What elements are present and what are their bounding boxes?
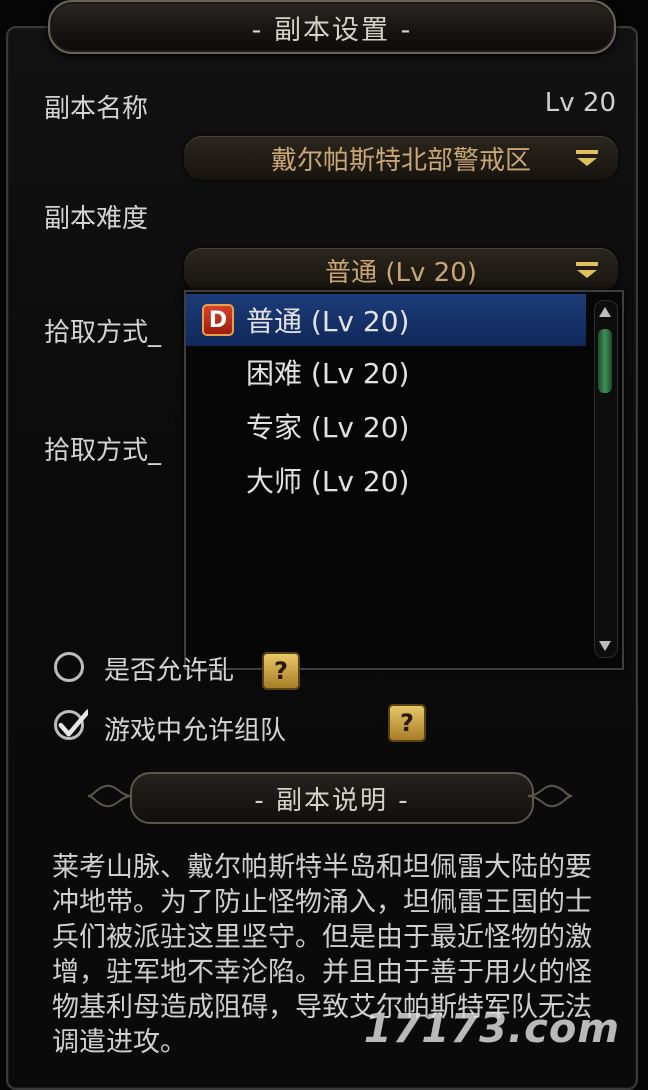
ornament-right-icon	[527, 784, 573, 808]
scroll-up-icon[interactable]	[598, 305, 612, 319]
instance-name-label: 副本名称	[44, 94, 149, 124]
instance-name-value: 戴尔帕斯特北部警戒区	[270, 145, 531, 176]
difficulty-badge-icon: D	[202, 304, 234, 336]
loot-method-label-2: 拾取方式_	[44, 436, 162, 466]
difficulty-value: 普通 (Lv 20)	[325, 257, 477, 288]
difficulty-dropdown[interactable]: 普通 (Lv 20)	[184, 248, 618, 292]
window-title-plate: - 副本设置 -	[48, 0, 616, 54]
description-title: - 副本说明 -	[254, 785, 410, 816]
help-icon[interactable]: ?	[262, 652, 300, 690]
checkmark-icon	[58, 709, 88, 737]
difficulty-option[interactable]: 困难 (Lv 20)	[186, 346, 586, 398]
difficulty-option[interactable]: 专家 (Lv 20)	[186, 400, 586, 452]
scrollbar-thumb[interactable]	[598, 329, 612, 393]
difficulty-option-label: 困难 (Lv 20)	[246, 357, 410, 390]
allow-chaos-label: 是否允许乱	[104, 656, 235, 686]
help-icon[interactable]: ?	[388, 704, 426, 742]
difficulty-option-label: 专家 (Lv 20)	[246, 411, 410, 444]
allow-party-checkbox[interactable]	[54, 709, 88, 740]
description-title-plate: - 副本说明 -	[130, 772, 534, 824]
allow-chaos-radio[interactable]	[54, 652, 84, 682]
difficulty-label: 副本难度	[44, 204, 149, 234]
chevron-down-icon	[576, 150, 598, 166]
watermark-logo: 17173.com	[363, 1006, 620, 1052]
loot-method-label-1: 拾取方式_	[44, 318, 162, 348]
difficulty-option-label: 普通 (Lv 20)	[246, 305, 410, 338]
window-title: - 副本设置 -	[251, 14, 413, 46]
ornament-left-icon	[87, 784, 133, 808]
instance-level: Lv 20	[544, 88, 616, 118]
instance-name-dropdown[interactable]: 戴尔帕斯特北部警戒区	[184, 136, 618, 180]
list-scrollbar[interactable]	[594, 300, 618, 658]
chevron-down-icon	[576, 262, 598, 278]
difficulty-options-list: D 普通 (Lv 20) 困难 (Lv 20) 专家 (Lv 20) 大师 (L…	[184, 290, 624, 670]
allow-party-label: 游戏中允许组队	[104, 716, 287, 746]
scroll-down-icon[interactable]	[598, 639, 612, 653]
difficulty-option[interactable]: D 普通 (Lv 20)	[186, 294, 586, 346]
difficulty-option-label: 大师 (Lv 20)	[246, 465, 410, 498]
difficulty-option[interactable]: 大师 (Lv 20)	[186, 454, 586, 506]
